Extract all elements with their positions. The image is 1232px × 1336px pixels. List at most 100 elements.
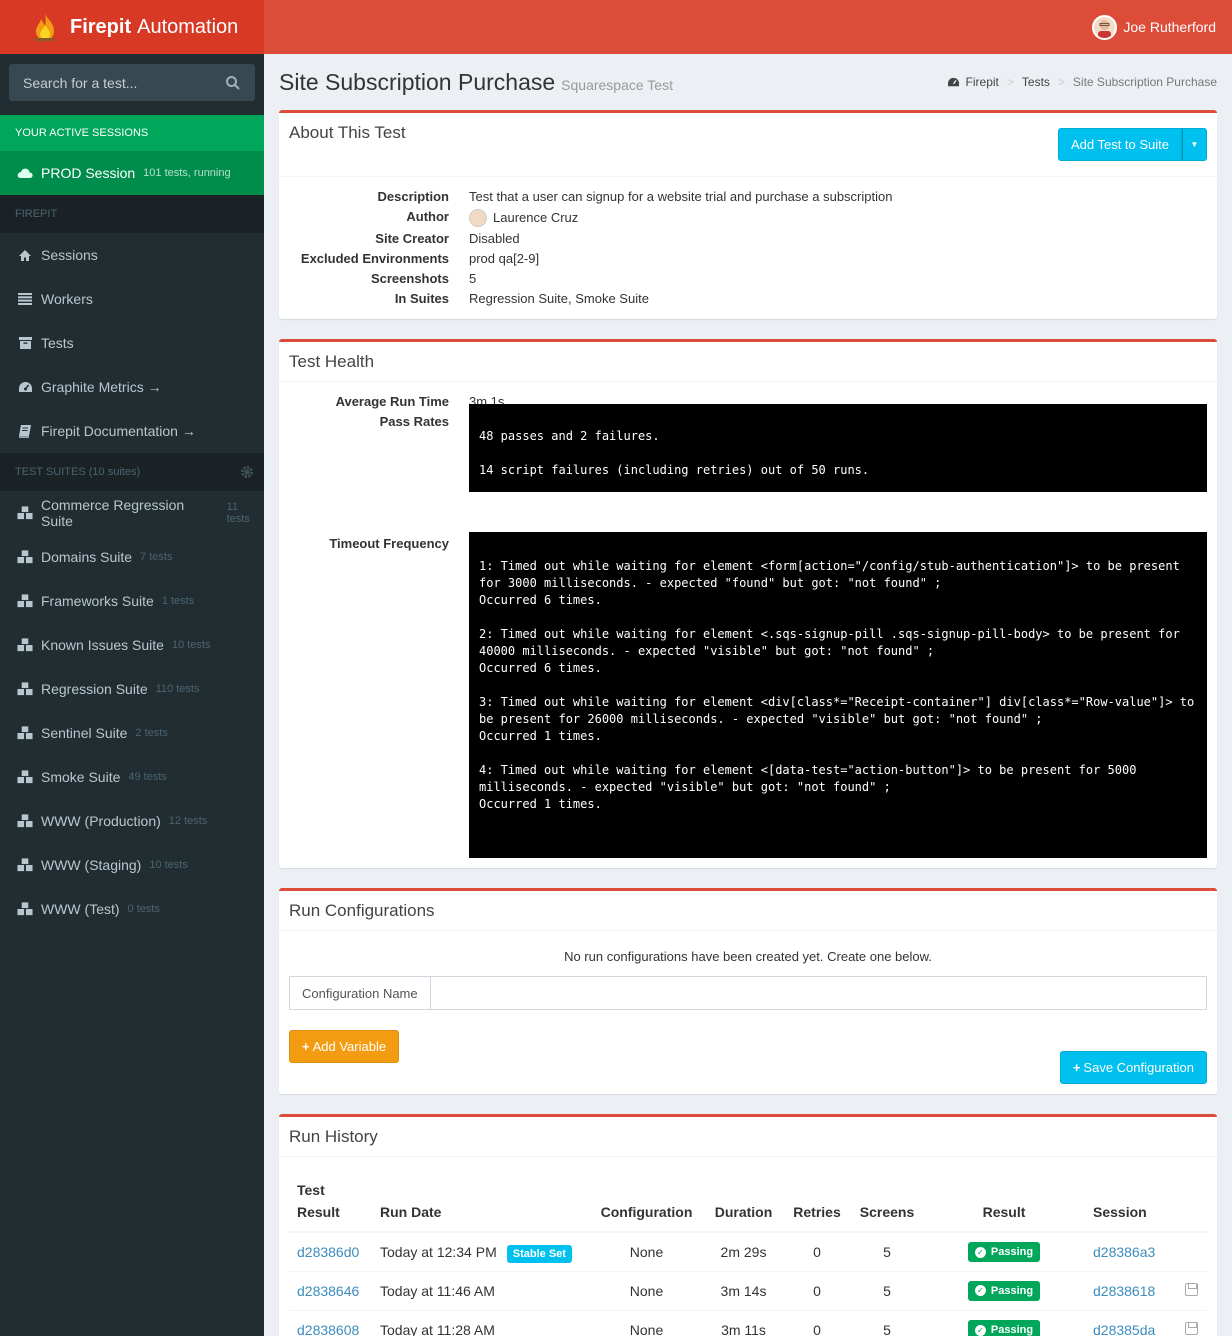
sidebar-suite-sentinel-suite[interactable]: Sentinel Suite 2 tests xyxy=(0,711,264,755)
sidebar-item-sessions[interactable]: Sessions xyxy=(0,233,264,277)
active-session-label: PROD Session xyxy=(41,165,136,181)
user-avatar[interactable] xyxy=(1092,14,1118,40)
brand-bold: Firepit xyxy=(70,15,132,38)
cubes-icon xyxy=(17,770,33,784)
sidebar-suite-domains-suite[interactable]: Domains Suite 7 tests xyxy=(0,535,264,579)
active-session-prod[interactable]: PROD Session 101 tests, running xyxy=(0,151,264,195)
sidebar-suite-known-issues-suite[interactable]: Known Issues Suite 10 tests xyxy=(0,623,264,667)
sidebar-suite-www-test[interactable]: WWW (Test) 0 tests xyxy=(0,887,264,931)
breadcrumb: Firepit > Tests > Site Subscription Purc… xyxy=(947,75,1217,89)
duration-cell: 2m 29s xyxy=(704,1231,783,1271)
sidebar-item-label: Tests xyxy=(41,335,74,351)
pass-rates-output: 48 passes and 2 failures. 14 script fail… xyxy=(469,404,1207,492)
detail-label: Screenshots xyxy=(370,271,449,286)
test-result-link[interactable]: d2838608 xyxy=(297,1322,359,1336)
session-link[interactable]: d28386a3 xyxy=(1093,1244,1155,1260)
health-box: Test Health Average Run Time 3m 1s Pass … xyxy=(279,339,1217,868)
add-to-suite-group: Add Test to Suite ▼ xyxy=(1057,128,1207,161)
screens-cell: 5 xyxy=(851,1309,923,1336)
sidebar-item-label: Firepit Documentation → xyxy=(41,423,196,439)
duration-cell: 3m 14s xyxy=(704,1270,783,1310)
save-icon[interactable] xyxy=(1185,1321,1198,1335)
health-title: Test Health xyxy=(289,352,375,371)
sidebar-suite-label: Known Issues Suite xyxy=(41,637,164,653)
sidebar-suite-count: 110 tests xyxy=(155,683,200,695)
sidebar-suite-label: Frameworks Suite xyxy=(41,593,154,609)
screens-cell: 5 xyxy=(851,1270,923,1310)
author-avatar xyxy=(469,209,487,227)
session-link[interactable]: d2838618 xyxy=(1093,1283,1155,1299)
gear-icon[interactable] xyxy=(240,465,254,479)
sidebar: YOUR ACTIVE SESSIONS PROD Session 101 te… xyxy=(0,54,264,1336)
sidebar-suite-www-staging[interactable]: WWW (Staging) 10 tests xyxy=(0,843,264,887)
sidebar-item-tests[interactable]: Tests xyxy=(0,321,264,365)
sidebar-suite-count: 7 tests xyxy=(140,551,173,563)
check-circle-icon: ✓ xyxy=(974,1324,986,1336)
result-text: Passing xyxy=(990,1246,1034,1258)
table-row: d28386d0 Today at 12:34 PM Stable Set None 2… xyxy=(289,1231,1207,1271)
sidebar-suite-label: WWW (Staging) xyxy=(41,857,142,873)
cubes-icon xyxy=(17,682,33,696)
cubes-icon xyxy=(17,506,33,520)
user-name[interactable]: Joe Rutherford xyxy=(1123,19,1216,35)
page-title: Site Subscription Purchase Squarespace Te… xyxy=(279,69,673,96)
breadcrumb-tests[interactable]: Tests xyxy=(1022,75,1050,89)
sidebar-suite-count: 10 tests xyxy=(149,859,188,871)
sidebar-suite-www-production[interactable]: WWW (Production) 12 tests xyxy=(0,799,264,843)
site-creator-value: Disabled xyxy=(469,231,520,246)
cubes-icon xyxy=(17,814,33,828)
sidebar-item-graphite[interactable]: Graphite Metrics → xyxy=(0,365,264,409)
sidebar-suite-label: Domains Suite xyxy=(41,549,133,565)
sidebar-item-documentation[interactable]: Firepit Documentation → xyxy=(0,409,264,453)
dashboard-icon xyxy=(17,380,33,394)
description-value: Test that a user can signup for a websit… xyxy=(469,189,893,204)
retries-cell: 0 xyxy=(783,1309,851,1336)
cubes-icon xyxy=(17,726,33,740)
plus-icon: + xyxy=(1072,1060,1081,1075)
run-history-title: Run History xyxy=(289,1127,378,1146)
result-badge: ✓ Passing xyxy=(967,1242,1041,1262)
config-name-input[interactable] xyxy=(430,977,1206,1009)
save-configuration-button[interactable]: + Save Configuration xyxy=(1059,1051,1207,1084)
brand-rest: Automation xyxy=(137,15,239,38)
test-result-link[interactable]: d28386d0 xyxy=(297,1244,359,1260)
search-input[interactable] xyxy=(23,74,225,91)
save-icon[interactable] xyxy=(1185,1282,1198,1296)
cubes-icon xyxy=(17,638,33,652)
in-suites-value: Regression Suite, Smoke Suite xyxy=(469,291,649,306)
breadcrumb-current: Site Subscription Purchase xyxy=(1072,75,1217,89)
app-logo[interactable]: Firepit Automation xyxy=(0,0,264,54)
pass-rates-label: Pass Rates xyxy=(379,414,449,429)
add-test-to-suite-button[interactable]: Add Test to Suite xyxy=(1057,128,1182,161)
active-session-meta: 101 tests, running xyxy=(143,167,231,179)
sidebar-suite-label: Smoke Suite xyxy=(41,769,121,785)
main-content: Site Subscription Purchase Squarespace Te… xyxy=(264,54,1232,1336)
table-row: d2838646 Today at 11:46 AM None 3m 14s 0 5 ✓ Pa… xyxy=(289,1270,1207,1310)
top-header: Firepit Automation Joe Rutherford xyxy=(0,0,1232,54)
cubes-icon xyxy=(17,902,33,916)
col-result: Result xyxy=(923,1171,1085,1233)
detail-label: Description xyxy=(377,189,449,204)
search-box xyxy=(9,64,255,101)
configuration-cell: None xyxy=(589,1231,704,1271)
about-box: About This Test Add Test to Suite ▼ Desc… xyxy=(279,110,1217,319)
add-variable-button[interactable]: + Add Variable xyxy=(289,1030,400,1063)
sidebar-suite-smoke-suite[interactable]: Smoke Suite 49 tests xyxy=(0,755,264,799)
firepit-header-label: FIREPIT xyxy=(15,208,58,220)
chevron-down-icon[interactable]: ▼ xyxy=(1182,128,1207,161)
search-icon[interactable] xyxy=(225,75,241,91)
run-history-table: Test Result Run Date Configuration Durati… xyxy=(289,1171,1207,1336)
sidebar-suite-frameworks-suite[interactable]: Frameworks Suite 1 tests xyxy=(0,579,264,623)
page-subtitle: Squarespace Test xyxy=(561,76,673,93)
sidebar-item-workers[interactable]: Workers xyxy=(0,277,264,321)
firepit-section-header: FIREPIT xyxy=(0,195,264,233)
sidebar-suite-commerce-regression-suite[interactable]: Commerce Regression Suite 11 tests xyxy=(0,491,264,535)
sidebar-suite-regression-suite[interactable]: Regression Suite 110 tests xyxy=(0,667,264,711)
session-link[interactable]: d28385da xyxy=(1093,1322,1155,1336)
book-icon xyxy=(17,424,33,438)
configuration-cell: None xyxy=(589,1270,704,1310)
breadcrumb-firepit[interactable]: Firepit xyxy=(966,75,999,89)
timeout-label: Timeout Frequency xyxy=(329,536,449,551)
test-result-link[interactable]: d2838646 xyxy=(297,1283,359,1299)
col-duration: Duration xyxy=(704,1171,783,1233)
